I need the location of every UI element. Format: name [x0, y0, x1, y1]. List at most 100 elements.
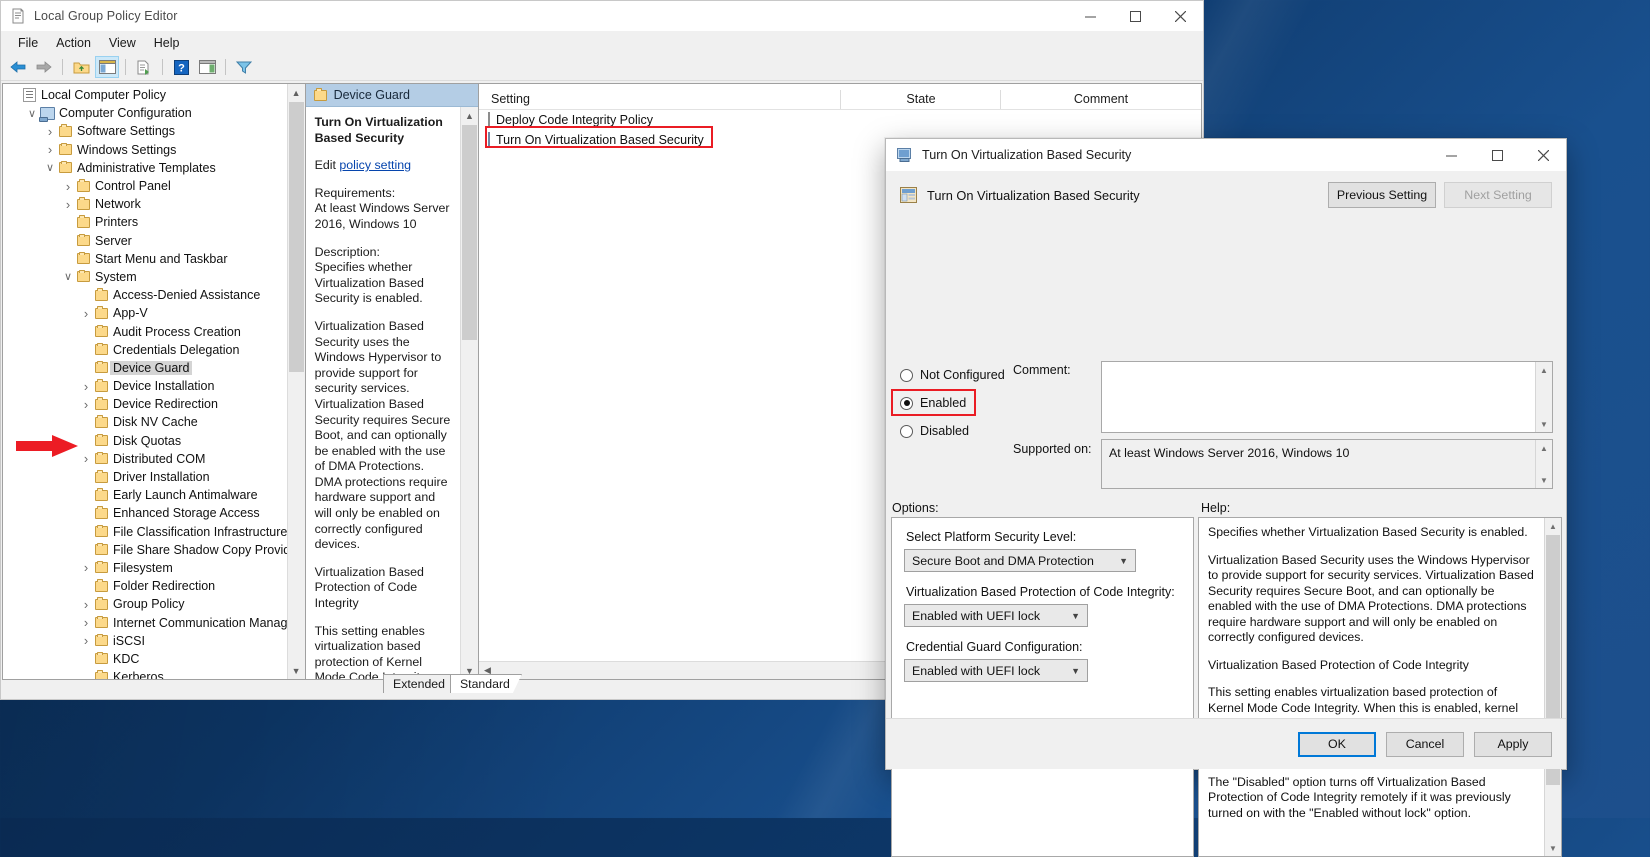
edit-policy-setting-link[interactable]: policy setting [339, 158, 411, 172]
combo-credential-guard[interactable]: Enabled with UEFI lock ▼ [904, 659, 1088, 682]
tree-item-kdc[interactable]: KDC [3, 650, 288, 668]
chevron-right-icon[interactable]: › [79, 379, 93, 394]
tree-item-app-v[interactable]: › App-V [3, 304, 288, 322]
tree-item-credentials-delegation[interactable]: Credentials Delegation [3, 341, 288, 359]
chevron-down-icon[interactable]: ∨ [25, 107, 39, 120]
next-setting-button[interactable]: Next Setting [1444, 182, 1552, 208]
cancel-button[interactable]: Cancel [1386, 731, 1464, 757]
supported-scroll-down-icon[interactable]: ▼ [1536, 472, 1552, 488]
help-scrollbar[interactable]: ▲ ▼ [1544, 518, 1561, 856]
tree-item-device-installation[interactable]: › Device Installation [3, 377, 288, 395]
tree-item-early-launch-antimalware[interactable]: Early Launch Antimalware [3, 486, 288, 504]
help-icon[interactable]: ? [169, 56, 193, 78]
combo-platform-security-level[interactable]: Secure Boot and DMA Protection ▼ [904, 549, 1136, 572]
up-folder-icon[interactable] [69, 56, 93, 78]
radio-disabled[interactable]: Disabled [900, 417, 1010, 445]
menu-help[interactable]: Help [145, 34, 189, 52]
comment-scrollbar[interactable]: ▲ ▼ [1535, 362, 1552, 432]
chevron-down-icon[interactable]: ∨ [61, 270, 75, 283]
comment-field[interactable]: ▲ ▼ [1101, 361, 1553, 433]
comment-scroll-up-icon[interactable]: ▲ [1536, 362, 1552, 378]
chevron-right-icon[interactable]: › [61, 197, 75, 212]
chevron-right-icon[interactable]: › [43, 142, 57, 157]
column-header-setting[interactable]: Setting [479, 90, 841, 109]
chevron-right-icon[interactable]: › [79, 615, 93, 630]
tree-item-server[interactable]: Server [3, 232, 288, 250]
tree-scroll-down-icon[interactable]: ▼ [288, 662, 305, 679]
tree-item-audit-process-creation[interactable]: Audit Process Creation [3, 322, 288, 340]
tree-item-kerberos[interactable]: Kerberos [3, 668, 288, 679]
combo-code-integrity[interactable]: Enabled with UEFI lock ▼ [904, 604, 1088, 627]
tree-item-disk-nv-cache[interactable]: Disk NV Cache [3, 413, 288, 431]
menu-view[interactable]: View [100, 34, 145, 52]
radio-circle-not-configured[interactable] [900, 368, 913, 382]
help-scroll-up-icon[interactable]: ▲ [1545, 518, 1561, 534]
column-header-comment[interactable]: Comment [1001, 92, 1201, 109]
tree-item-control-panel[interactable]: › Control Panel [3, 177, 288, 195]
show-hide-console-tree-icon[interactable] [95, 56, 119, 78]
tree-item-network[interactable]: › Network [3, 195, 288, 213]
chevron-right-icon[interactable]: › [79, 451, 93, 466]
tree-item-filesystem[interactable]: › Filesystem [3, 559, 288, 577]
tree-vertical-scrollbar[interactable]: ▲ ▼ [286, 84, 305, 679]
tree-item-windows-settings[interactable]: › Windows Settings [3, 141, 288, 159]
extended-scroll-up-icon[interactable]: ▲ [461, 107, 478, 124]
minimize-button[interactable] [1068, 1, 1113, 31]
comment-scroll-down-icon[interactable]: ▼ [1536, 416, 1552, 432]
tree-item-file-classification-infrastructure[interactable]: File Classification Infrastructure [3, 523, 288, 541]
tree-item-software-settings[interactable]: › Software Settings [3, 122, 288, 140]
filter-icon[interactable] [232, 56, 256, 78]
tree-item-printers[interactable]: Printers [3, 213, 288, 231]
tree-item-iscsi[interactable]: › iSCSI [3, 632, 288, 650]
tree-item-administrative-templates[interactable]: ∨ Administrative Templates [3, 159, 288, 177]
tree-item-enhanced-storage-access[interactable]: Enhanced Storage Access [3, 504, 288, 522]
export-list-icon[interactable] [132, 56, 156, 78]
tree-item-device-guard[interactable]: Device Guard [3, 359, 288, 377]
tree-item-system[interactable]: ∨ System [3, 268, 288, 286]
chevron-right-icon[interactable]: › [61, 179, 75, 194]
chevron-right-icon[interactable]: › [43, 124, 57, 139]
extended-scroll-thumb[interactable] [462, 125, 477, 340]
chevron-right-icon[interactable]: › [79, 633, 93, 648]
supported-scroll-up-icon[interactable]: ▲ [1536, 440, 1552, 456]
tab-extended[interactable]: Extended [383, 674, 457, 693]
radio-circle-disabled[interactable] [900, 424, 913, 438]
tree-item-folder-redirection[interactable]: Folder Redirection [3, 577, 288, 595]
radio-enabled[interactable]: Enabled [891, 389, 1010, 417]
help-scroll-down-icon[interactable]: ▼ [1545, 840, 1561, 856]
tab-standard[interactable]: Standard [450, 674, 522, 693]
radio-not-configured[interactable]: Not Configured [900, 361, 1010, 389]
show-hide-action-pane-icon[interactable] [195, 56, 219, 78]
tree-item-device-redirection[interactable]: › Device Redirection [3, 395, 288, 413]
supported-on-scrollbar[interactable]: ▲ ▼ [1535, 440, 1552, 488]
tree-scroll-up-icon[interactable]: ▲ [288, 84, 305, 101]
menu-file[interactable]: File [9, 34, 47, 52]
menu-action[interactable]: Action [47, 34, 100, 52]
close-button[interactable] [1158, 1, 1203, 31]
tree-scroll-thumb[interactable] [288, 102, 304, 372]
chevron-down-icon[interactable]: ∨ [43, 161, 57, 174]
tree-item-start-menu-and-taskbar[interactable]: Start Menu and Taskbar [3, 250, 288, 268]
dialog-close-button[interactable] [1520, 139, 1566, 171]
chevron-right-icon[interactable]: › [79, 306, 93, 321]
extended-vertical-scrollbar[interactable]: ▲ ▼ [460, 107, 478, 679]
tree-item-access-denied-assistance[interactable]: Access-Denied Assistance [3, 286, 288, 304]
tree-item-computer-configuration[interactable]: ∨ Computer Configuration [3, 104, 288, 122]
forward-arrow-icon[interactable] [32, 56, 56, 78]
dialog-maximize-button[interactable] [1474, 139, 1520, 171]
column-header-state[interactable]: State [841, 90, 1001, 109]
tree-item-local-computer-policy[interactable]: Local Computer Policy [3, 86, 288, 104]
tree-item-internet-communication-management[interactable]: › Internet Communication Management [3, 613, 288, 631]
tree-item-file-share-shadow-copy-provider[interactable]: File Share Shadow Copy Provider [3, 541, 288, 559]
tree-item-group-policy[interactable]: › Group Policy [3, 595, 288, 613]
tree-item-driver-installation[interactable]: Driver Installation [3, 468, 288, 486]
maximize-button[interactable] [1113, 1, 1158, 31]
chevron-right-icon[interactable]: › [79, 597, 93, 612]
chevron-right-icon[interactable]: › [79, 397, 93, 412]
dialog-minimize-button[interactable] [1428, 139, 1474, 171]
apply-button[interactable]: Apply [1474, 731, 1552, 757]
chevron-right-icon[interactable]: › [79, 560, 93, 575]
back-arrow-icon[interactable] [6, 56, 30, 78]
previous-setting-button[interactable]: Previous Setting [1328, 182, 1436, 208]
ok-button[interactable]: OK [1298, 731, 1376, 757]
